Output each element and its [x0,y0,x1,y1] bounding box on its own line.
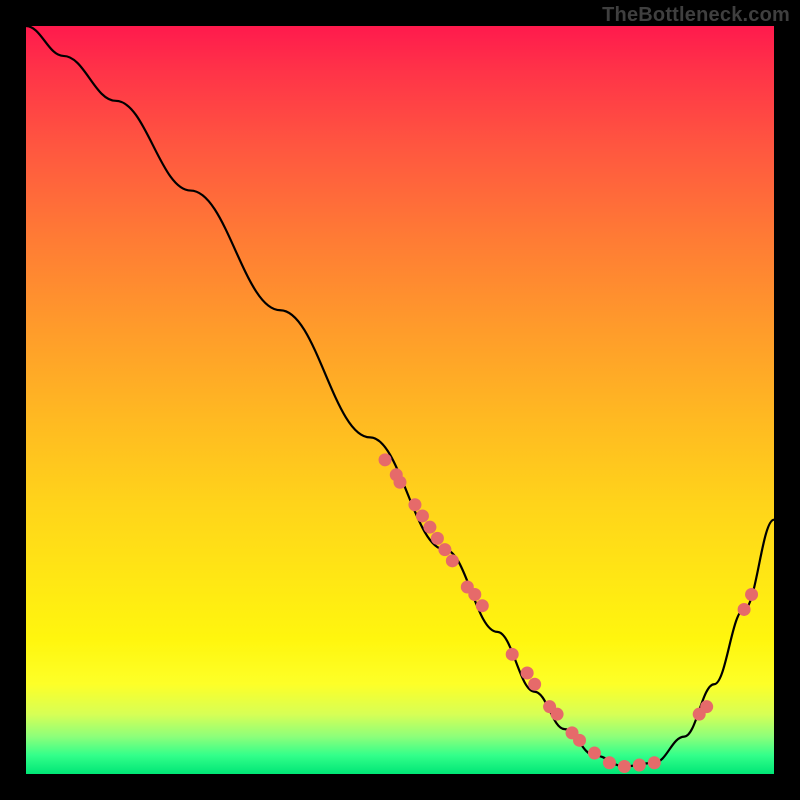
data-point [603,756,616,769]
chart-area [26,26,774,774]
data-point [446,554,459,567]
data-point [423,521,436,534]
data-point [588,747,601,760]
data-point [468,588,481,601]
data-point [394,476,407,489]
data-point [431,532,444,545]
data-point [745,588,758,601]
data-point [476,599,489,612]
data-point [618,760,631,773]
points-group [379,453,759,773]
data-point [738,603,751,616]
watermark-label: TheBottleneck.com [602,4,790,27]
data-point [551,708,564,721]
curve-path [26,26,774,767]
data-point [633,759,646,772]
data-point [408,498,421,511]
data-point [379,453,392,466]
data-point [648,756,661,769]
data-point [438,543,451,556]
data-point [528,678,541,691]
data-point [573,734,586,747]
data-point [700,700,713,713]
data-point [416,509,429,522]
data-point [506,648,519,661]
chart-svg [26,26,774,774]
data-point [521,667,534,680]
